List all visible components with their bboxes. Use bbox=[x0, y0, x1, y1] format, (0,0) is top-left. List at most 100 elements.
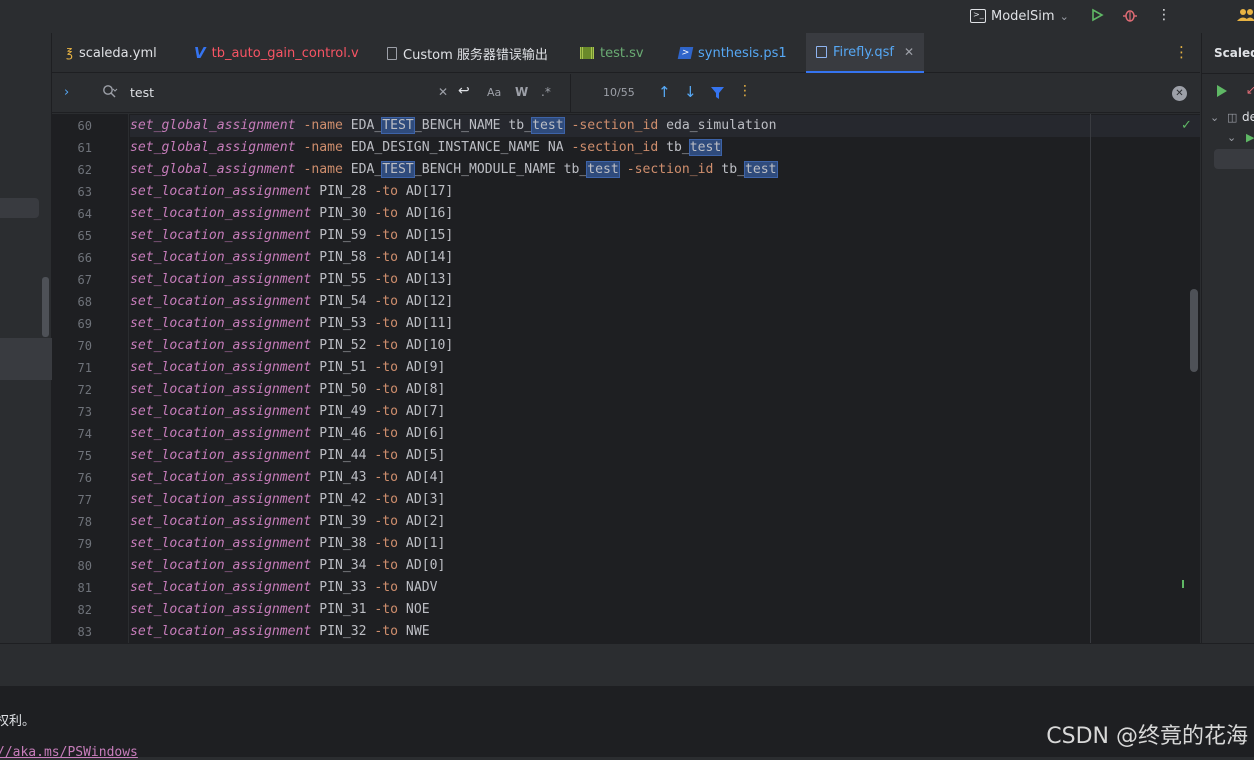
code-token: -to bbox=[374, 404, 399, 419]
chevron-right-icon[interactable]: › bbox=[64, 85, 69, 100]
next-occurrence-icon[interactable]: ↓ bbox=[684, 83, 697, 101]
code-token: set_global_assignment bbox=[130, 118, 296, 133]
more-options-icon[interactable]: ⋮ bbox=[738, 83, 752, 99]
line-number: 67 bbox=[77, 273, 92, 287]
code-line[interactable]: set_location_assignment PIN_44 -to AD[5] bbox=[130, 445, 445, 467]
code-token: set_location_assignment bbox=[130, 316, 312, 331]
terminal-link[interactable]: //aka.ms/PSWindows bbox=[0, 745, 138, 760]
module-tree-icon: ◫ bbox=[1227, 111, 1238, 124]
line-number: 70 bbox=[77, 339, 92, 353]
code-token: set_location_assignment bbox=[130, 602, 312, 617]
tab-test-sv[interactable]: test.sv bbox=[570, 33, 654, 73]
code-line[interactable]: set_location_assignment PIN_28 -to AD[17… bbox=[130, 181, 453, 203]
code-line[interactable]: set_location_assignment PIN_58 -to AD[14… bbox=[130, 247, 453, 269]
code-line[interactable]: set_location_assignment PIN_52 -to AD[10… bbox=[130, 335, 453, 357]
code-token: -to bbox=[374, 338, 399, 353]
previous-occurrence-icon[interactable]: ↑ bbox=[658, 83, 671, 101]
code-line[interactable]: set_location_assignment PIN_51 -to AD[9] bbox=[130, 357, 445, 379]
run-step-icon: ▶ bbox=[1246, 131, 1254, 144]
code-line[interactable]: set_location_assignment PIN_31 -to NOE bbox=[130, 599, 430, 621]
code-line[interactable]: set_location_assignment PIN_33 -to NADV bbox=[130, 577, 437, 599]
tab-synthesis-ps1[interactable]: > synthesis.ps1 bbox=[669, 33, 797, 73]
code-token: PIN_46 bbox=[311, 426, 375, 441]
tab-custom-server-output[interactable]: Custom 服务器错误输出 bbox=[377, 33, 558, 73]
yaml-file-icon: ℥ bbox=[66, 46, 73, 60]
run-configuration-selector[interactable]: >_ ModelSim ⌄ bbox=[970, 4, 1069, 28]
code-token: set_location_assignment bbox=[130, 228, 312, 243]
tool-window-header bbox=[0, 643, 1254, 686]
code-line[interactable]: set_location_assignment PIN_30 -to AD[16… bbox=[130, 203, 453, 225]
regex-toggle[interactable]: .* bbox=[541, 85, 551, 99]
code-token: -to bbox=[374, 470, 399, 485]
terminal-icon: >_ bbox=[970, 9, 986, 23]
code-token: AD[13] bbox=[398, 272, 454, 287]
code-token: PIN_53 bbox=[311, 316, 375, 331]
users-icon[interactable] bbox=[1236, 5, 1254, 25]
tree-selected-row[interactable] bbox=[1214, 149, 1254, 169]
search-icon[interactable] bbox=[102, 84, 118, 104]
project-tree-row[interactable] bbox=[0, 198, 39, 218]
debug-button[interactable] bbox=[1120, 5, 1140, 25]
close-search-icon[interactable]: ✕ bbox=[1172, 86, 1187, 101]
code-line[interactable]: set_location_assignment PIN_59 -to AD[15… bbox=[130, 225, 453, 247]
code-token: PIN_33 bbox=[311, 580, 375, 595]
chevron-down-icon[interactable]: ⌄ bbox=[1227, 131, 1236, 144]
tab-overflow-menu-icon[interactable]: ⋮ bbox=[1174, 43, 1189, 61]
code-token: PIN_58 bbox=[311, 250, 375, 265]
code-line[interactable]: set_location_assignment PIN_32 -to NWE bbox=[130, 621, 430, 643]
run-button[interactable] bbox=[1087, 5, 1107, 25]
code-line[interactable]: set_global_assignment -name EDA_DESIGN_I… bbox=[130, 137, 723, 159]
chevron-down-icon[interactable]: ⌄ bbox=[1210, 111, 1219, 124]
match-case-toggle[interactable]: Aa bbox=[487, 86, 501, 99]
whole-words-toggle[interactable]: W bbox=[515, 85, 528, 99]
code-token: PIN_50 bbox=[311, 382, 375, 397]
close-icon[interactable]: ✕ bbox=[904, 45, 914, 59]
code-line[interactable]: set_location_assignment PIN_53 -to AD[11… bbox=[130, 313, 453, 335]
code-token: -section_id bbox=[571, 140, 659, 155]
play-icon bbox=[1092, 8, 1104, 22]
code-line[interactable]: set_location_assignment PIN_42 -to AD[3] bbox=[130, 489, 445, 511]
code-line[interactable]: set_location_assignment PIN_43 -to AD[4] bbox=[130, 467, 445, 489]
bug-icon bbox=[1123, 10, 1137, 22]
clear-search-icon[interactable]: ✕ bbox=[438, 85, 448, 99]
tab-label: test.sv bbox=[600, 45, 644, 61]
code-token: AD[3] bbox=[398, 492, 446, 507]
code-token: AD[17] bbox=[398, 184, 454, 199]
main-toolbar: >_ ModelSim ⌄ ⋮ bbox=[0, 0, 1254, 32]
code-token: set_location_assignment bbox=[130, 250, 312, 265]
code-line[interactable]: set_location_assignment PIN_50 -to AD[8] bbox=[130, 379, 445, 401]
project-tree-selected-row[interactable] bbox=[0, 338, 52, 380]
line-number: 63 bbox=[77, 185, 92, 199]
code-line[interactable]: set_location_assignment PIN_54 -to AD[12… bbox=[130, 291, 453, 313]
more-actions-icon[interactable]: ⋮ bbox=[1154, 5, 1174, 25]
code-editor[interactable]: 60 61 62 63 64 65 66 67 68 69 70 71 72 73 74 75 76 77 78 79… bbox=[52, 114, 1200, 643]
arrow-icon[interactable]: ↙ bbox=[1246, 83, 1254, 97]
code-token: AD[12] bbox=[398, 294, 454, 309]
project-panel-scrollbar[interactable] bbox=[42, 277, 49, 337]
code-token: set_global_assignment bbox=[130, 140, 296, 155]
tab-scaleda-yml[interactable]: ℥ scaleda.yml bbox=[56, 33, 167, 73]
run-task-button[interactable] bbox=[1215, 83, 1229, 102]
code-token: PIN_42 bbox=[311, 492, 375, 507]
watermark-text: CSDN @终竟的花海 bbox=[1046, 724, 1248, 749]
code-token: _BENCH_NAME tb_ bbox=[413, 118, 533, 133]
code-line[interactable]: set_global_assignment -name EDA_TEST_BEN… bbox=[130, 159, 778, 181]
code-line[interactable]: set_location_assignment PIN_39 -to AD[2] bbox=[130, 511, 445, 533]
tab-tb-auto-gain-control[interactable]: V tb_auto_gain_control.v bbox=[184, 33, 369, 73]
line-number: 78 bbox=[77, 515, 92, 529]
code-line[interactable]: set_location_assignment PIN_49 -to AD[7] bbox=[130, 401, 445, 423]
new-line-icon[interactable]: ↩ bbox=[458, 83, 470, 99]
editor-scrollbar-thumb[interactable] bbox=[1190, 289, 1198, 372]
code-line[interactable]: set_location_assignment PIN_46 -to AD[6] bbox=[130, 423, 445, 445]
code-line[interactable]: set_location_assignment PIN_55 -to AD[13… bbox=[130, 269, 453, 291]
filter-icon[interactable] bbox=[711, 85, 724, 104]
code-token: NADV bbox=[398, 580, 438, 595]
code-line[interactable]: set_location_assignment PIN_34 -to AD[0] bbox=[130, 555, 445, 577]
tree-item-label[interactable]: de bbox=[1242, 110, 1254, 124]
code-line[interactable]: set_global_assignment -name EDA_TEST_BEN… bbox=[130, 115, 776, 137]
code-line[interactable]: set_location_assignment PIN_38 -to AD[1] bbox=[130, 533, 445, 555]
tab-firefly-qsf[interactable]: Firefly.qsf ✕ bbox=[806, 33, 924, 73]
inspection-ok-icon[interactable]: ✓ bbox=[1181, 118, 1192, 133]
search-input[interactable]: test bbox=[130, 85, 430, 100]
